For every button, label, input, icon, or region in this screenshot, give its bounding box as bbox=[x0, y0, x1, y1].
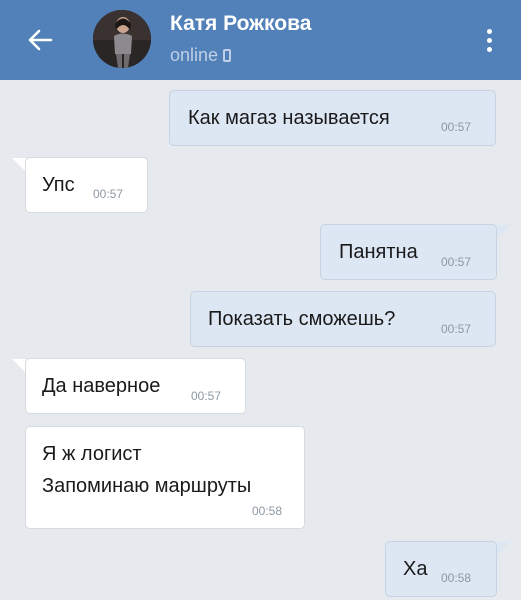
arrow-left-icon bbox=[28, 29, 53, 51]
message-text-line: Я ж логист bbox=[42, 443, 142, 465]
message-time: 00:57 bbox=[191, 389, 222, 403]
bubble-tail bbox=[496, 225, 510, 239]
message-text: Показать сможешь? bbox=[208, 308, 396, 330]
bubble-tail bbox=[496, 542, 510, 556]
status-text: online bbox=[170, 45, 219, 65]
message-text: Упс bbox=[42, 174, 75, 196]
message-time: 00:57 bbox=[441, 322, 472, 336]
bubble-tail bbox=[12, 359, 26, 373]
mobile-phone-icon bbox=[223, 49, 232, 62]
message-text: Как магаз называется bbox=[188, 107, 390, 129]
message-bubble-outgoing[interactable]: Панятна 00:57 bbox=[320, 224, 497, 280]
message-time: 00:57 bbox=[93, 187, 124, 201]
message-bubble-outgoing[interactable]: Как магаз называется 00:57 bbox=[169, 90, 496, 146]
message-time: 00:58 bbox=[441, 571, 472, 585]
message-bubble-outgoing[interactable]: Ха 00:58 bbox=[385, 541, 497, 597]
message-text-line: Запоминаю маршруты bbox=[42, 475, 252, 497]
avatar[interactable] bbox=[93, 10, 151, 68]
more-vertical-icon bbox=[486, 28, 492, 34]
message-bubble-incoming[interactable]: Упс 00:57 bbox=[25, 157, 148, 213]
message-time: 00:57 bbox=[441, 255, 472, 269]
message-text: Панятна bbox=[339, 241, 418, 263]
contact-name[interactable]: Катя Рожкова bbox=[170, 12, 311, 36]
message-text: Ха bbox=[403, 558, 428, 580]
message-text: Да наверное bbox=[42, 375, 161, 397]
message-time: 00:57 bbox=[441, 120, 472, 134]
message-bubble-incoming[interactable]: Да наверное 00:57 bbox=[25, 358, 246, 414]
chat-header: Катя Рожкова online bbox=[0, 0, 521, 80]
back-button[interactable] bbox=[18, 22, 62, 58]
bubble-tail bbox=[12, 158, 26, 172]
online-status: online bbox=[170, 45, 232, 66]
message-time: 00:58 bbox=[252, 504, 283, 518]
more-options-button[interactable] bbox=[476, 20, 502, 60]
message-bubble-outgoing[interactable]: Показать сможешь? 00:57 bbox=[190, 291, 496, 347]
message-bubble-incoming[interactable]: Я ж логист Запоминаю маршруты 00:58 bbox=[25, 426, 305, 529]
